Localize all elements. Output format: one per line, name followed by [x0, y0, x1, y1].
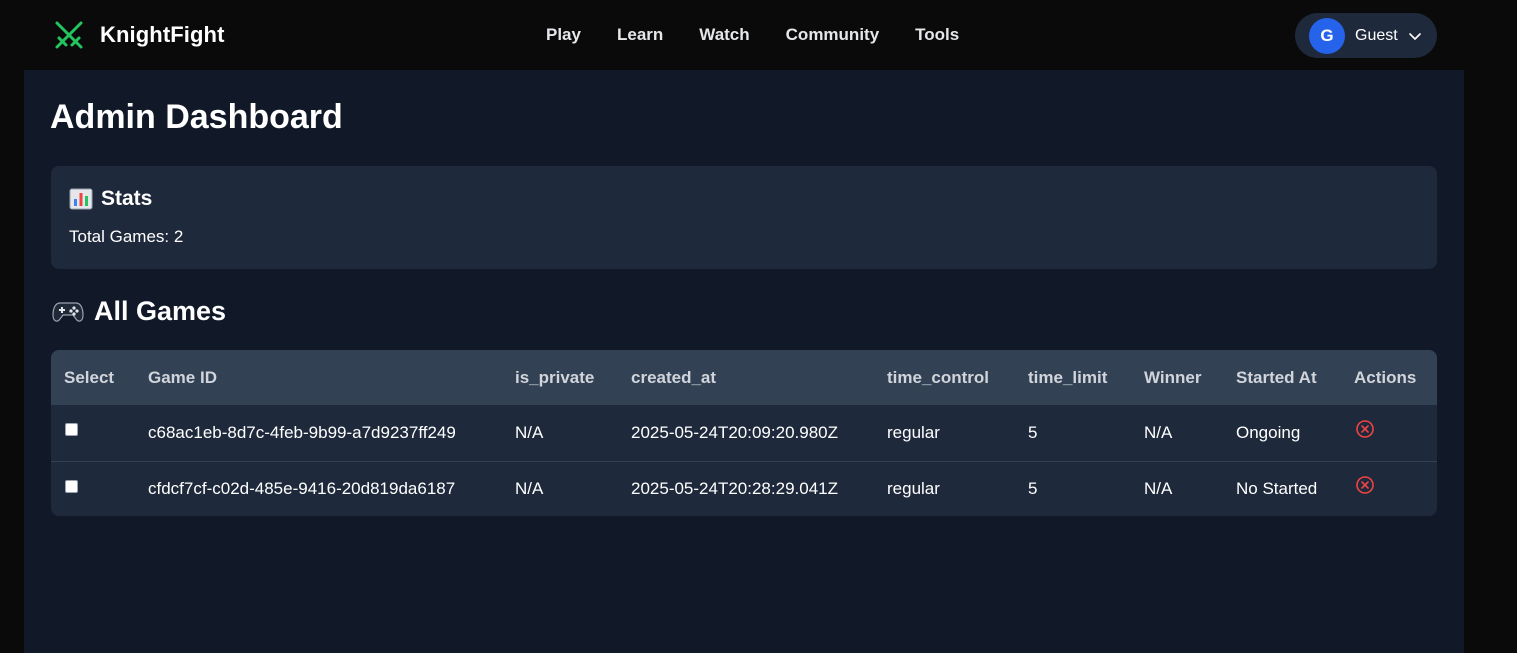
game-id-cell: c68ac1eb-8d7c-4feb-9b99-a7d9237ff249	[148, 422, 456, 442]
crossed-swords-icon	[55, 21, 83, 49]
winner-cell: N/A	[1144, 422, 1173, 442]
time-control-cell: regular	[887, 422, 940, 442]
total-games-stat: Total Games: 2	[69, 227, 183, 247]
stats-title: Stats	[101, 187, 153, 210]
nav-item-play[interactable]: Play	[528, 22, 599, 48]
column-header-time-control: time_control	[887, 367, 990, 387]
nav-item-tools[interactable]: Tools	[897, 22, 977, 48]
avatar: G	[1309, 17, 1345, 54]
user-name: Guest	[1355, 26, 1398, 44]
time-limit-cell: 5	[1015, 460, 1131, 516]
top-navbar: KnightFight Play Learn Watch Community T…	[0, 0, 1517, 70]
time-control-cell: regular	[874, 460, 1015, 516]
time-limit-cell: 5	[1028, 422, 1038, 442]
bar-chart-icon	[69, 188, 93, 210]
started-at-cell: Ongoing	[1236, 422, 1301, 442]
column-header-time-limit: time_limit	[1028, 367, 1108, 387]
column-header-select: Select	[64, 367, 115, 387]
user-menu-button[interactable]: G Guest	[1295, 13, 1437, 58]
select-cell	[51, 460, 135, 516]
brand[interactable]: KnightFight	[52, 18, 225, 52]
column-header-actions: Actions	[1354, 367, 1417, 387]
is-private-cell: N/A	[502, 460, 618, 516]
total-games-label: Total Games:	[69, 227, 170, 246]
column-header-started-at: Started At	[1236, 367, 1317, 387]
delete-circle-x-icon[interactable]	[1355, 419, 1375, 439]
row-select-checkbox[interactable]	[65, 423, 78, 437]
page-title: Admin Dashboard	[50, 98, 343, 136]
created-at-cell: 2025-05-24T20:28:29.041Z	[618, 460, 874, 516]
actions-cell	[1341, 460, 1437, 516]
column-header-is-private: is_private	[515, 367, 595, 387]
nav-item-learn[interactable]: Learn	[599, 22, 681, 48]
games-header: All Games	[52, 296, 226, 327]
table-header-row: Select Game ID is_private created_at tim…	[51, 350, 1437, 405]
delete-circle-x-icon[interactable]	[1355, 475, 1375, 495]
main-content: Admin Dashboard Stats Total Games: 2 All…	[24, 70, 1464, 653]
stats-header: Stats	[69, 187, 152, 211]
column-header-winner: Winner	[1144, 367, 1202, 387]
select-cell	[51, 405, 135, 461]
actions-cell	[1341, 405, 1437, 461]
nav-item-community[interactable]: Community	[768, 22, 898, 48]
is-private-cell: N/A	[515, 422, 544, 442]
table-row: cfdcf7cf-c02d-485e-9416-20d819da6187 N/A…	[51, 460, 1437, 516]
total-games-value: 2	[173, 227, 184, 246]
nav-item-watch[interactable]: Watch	[681, 22, 767, 48]
created-at-cell: 2025-05-24T20:09:20.980Z	[631, 422, 838, 442]
column-header-created-at: created_at	[631, 367, 717, 387]
chevron-down-icon	[1408, 32, 1421, 40]
started-at-cell: No Started	[1223, 460, 1341, 516]
winner-cell: N/A	[1131, 460, 1223, 516]
table-row: c68ac1eb-8d7c-4feb-9b99-a7d9237ff249 N/A…	[51, 405, 1437, 461]
games-table: Select Game ID is_private created_at tim…	[51, 350, 1437, 516]
gamepad-icon	[52, 301, 84, 322]
games-title: All Games	[94, 296, 227, 326]
stats-card: Stats Total Games: 2	[51, 166, 1437, 269]
game-id-cell: cfdcf7cf-c02d-485e-9416-20d819da6187	[135, 460, 502, 516]
row-select-checkbox[interactable]	[65, 479, 78, 493]
brand-name: KnightFight	[100, 22, 225, 47]
main-nav: Play Learn Watch Community Tools	[528, 22, 977, 48]
column-header-game-id: Game ID	[148, 367, 217, 387]
